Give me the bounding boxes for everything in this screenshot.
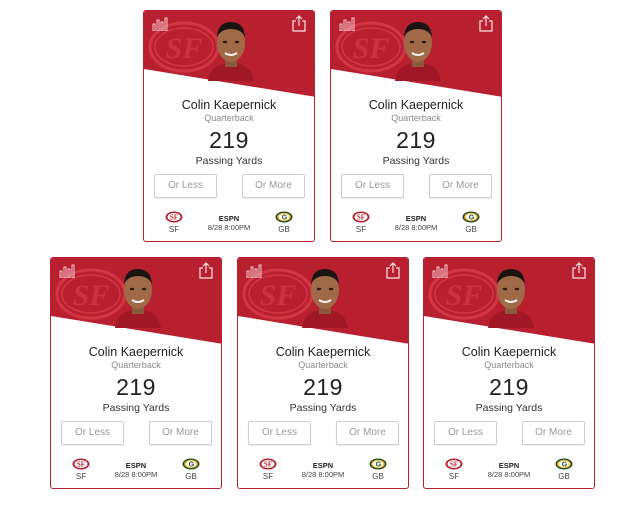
away-team-abbr: GB <box>185 472 197 481</box>
card-header: SF <box>331 11 501 103</box>
card-header: SF <box>51 258 221 350</box>
card-header: SF <box>424 258 594 350</box>
player-name: Colin Kaepernick <box>275 345 371 359</box>
player-card[interactable]: SF Colin Kaepernick Quarterback 219 Pass… <box>423 257 595 489</box>
or-more-button[interactable]: Or More <box>242 174 305 198</box>
or-more-button[interactable]: Or More <box>149 421 212 445</box>
bar-chart-icon[interactable] <box>59 264 75 278</box>
or-less-button[interactable]: Or Less <box>341 174 404 198</box>
player-card[interactable]: SF Colin Kaepernick Quarterback 219 Pass… <box>50 257 222 489</box>
player-card[interactable]: SF Colin Kaepernick Quarterback 219 Pass… <box>330 10 502 242</box>
share-icon[interactable] <box>292 15 306 32</box>
player-headshot <box>395 22 441 81</box>
away-team: G GB <box>363 458 393 481</box>
away-team-abbr: GB <box>465 225 477 234</box>
stat-label: Passing Yards <box>195 155 263 167</box>
player-headshot <box>208 22 254 81</box>
player-card[interactable]: SF Colin Kaepernick Quarterback 219 Pass… <box>143 10 315 242</box>
bar-chart-icon[interactable] <box>246 264 262 278</box>
or-more-button[interactable]: Or More <box>429 174 492 198</box>
away-team-abbr: GB <box>558 472 570 481</box>
svg-text:SF: SF <box>446 279 483 312</box>
away-team: G GB <box>456 211 486 234</box>
away-team: G GB <box>176 458 206 481</box>
stat-value: 219 <box>489 374 529 400</box>
player-headshot <box>488 269 534 328</box>
card-header: SF <box>144 11 314 103</box>
svg-text:G: G <box>469 215 475 222</box>
or-less-button[interactable]: Or Less <box>61 421 124 445</box>
away-team-abbr: GB <box>372 472 384 481</box>
bar-chart-icon[interactable] <box>339 17 355 31</box>
packers-logo-icon: G <box>275 211 293 223</box>
player-headshot <box>302 269 348 328</box>
stat-value: 219 <box>116 374 156 400</box>
svg-text:G: G <box>189 462 195 469</box>
or-less-button[interactable]: Or Less <box>248 421 311 445</box>
player-name: Colin Kaepernick <box>461 345 557 359</box>
player-position: Quarterback <box>111 360 161 370</box>
packers-logo-icon: G <box>369 458 387 470</box>
player-name: Colin Kaepernick <box>368 98 464 112</box>
share-icon[interactable] <box>479 15 493 32</box>
stat-label: Passing Yards <box>475 402 543 414</box>
packers-logo-icon: G <box>182 458 200 470</box>
player-name: Colin Kaepernick <box>181 98 277 112</box>
share-icon[interactable] <box>386 262 400 279</box>
stat-label: Passing Yards <box>382 155 450 167</box>
player-headshot <box>115 269 161 328</box>
away-team: G GB <box>549 458 579 481</box>
share-icon[interactable] <box>199 262 213 279</box>
stat-label: Passing Yards <box>102 402 170 414</box>
svg-text:SF: SF <box>73 279 110 312</box>
svg-text:G: G <box>376 462 382 469</box>
packers-logo-icon: G <box>555 458 573 470</box>
packers-logo-icon: G <box>462 211 480 223</box>
player-position: Quarterback <box>204 113 254 123</box>
stat-value: 219 <box>209 127 249 153</box>
player-position: Quarterback <box>391 113 441 123</box>
bar-chart-icon[interactable] <box>432 264 448 278</box>
away-team-abbr: GB <box>278 225 290 234</box>
stat-value: 219 <box>303 374 343 400</box>
svg-text:SF: SF <box>166 32 203 65</box>
or-less-button[interactable]: Or Less <box>434 421 497 445</box>
svg-text:SF: SF <box>353 32 390 65</box>
share-icon[interactable] <box>572 262 586 279</box>
stat-value: 219 <box>396 127 436 153</box>
or-more-button[interactable]: Or More <box>522 421 585 445</box>
bar-chart-icon[interactable] <box>152 17 168 31</box>
stat-label: Passing Yards <box>289 402 357 414</box>
player-card[interactable]: SF Colin Kaepernick Quarterback 219 Pass… <box>237 257 409 489</box>
or-more-button[interactable]: Or More <box>336 421 399 445</box>
away-team: G GB <box>269 211 299 234</box>
svg-text:SF: SF <box>260 279 297 312</box>
svg-text:G: G <box>282 215 288 222</box>
player-name: Colin Kaepernick <box>88 345 184 359</box>
player-position: Quarterback <box>484 360 534 370</box>
player-position: Quarterback <box>298 360 348 370</box>
svg-text:G: G <box>562 462 568 469</box>
card-header: SF <box>238 258 408 350</box>
or-less-button[interactable]: Or Less <box>154 174 217 198</box>
